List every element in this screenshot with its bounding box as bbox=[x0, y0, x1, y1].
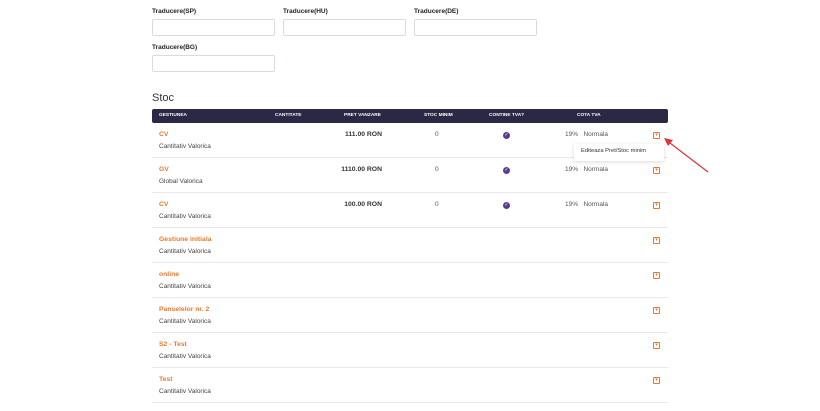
annotation-arrow bbox=[664, 138, 709, 173]
annotation-arrow-line bbox=[665, 139, 709, 173]
